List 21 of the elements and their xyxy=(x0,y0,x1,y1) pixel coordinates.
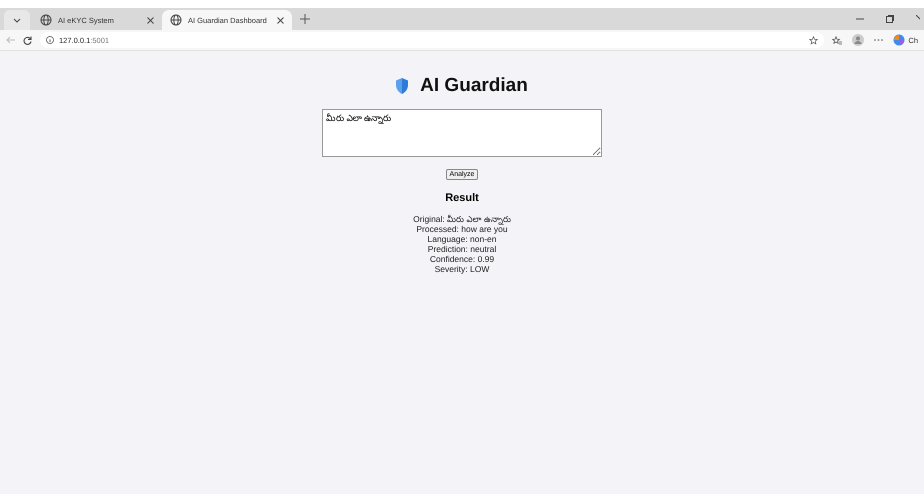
result-line: Language: non-en xyxy=(427,234,496,244)
result-line: Original: మీరు ఎలా ఉన్నారు xyxy=(413,214,511,224)
page-title: AI Guardian xyxy=(420,75,528,97)
chevron-down-icon xyxy=(13,18,21,22)
info-icon xyxy=(46,36,54,44)
globe-icon xyxy=(40,14,52,26)
shield-icon xyxy=(396,78,408,94)
result-heading: Result xyxy=(445,192,479,204)
result-line: Prediction: neutral xyxy=(428,244,496,254)
result-line: Processed: how are you xyxy=(416,224,508,234)
copilot-icon xyxy=(893,34,906,46)
restore-icon[interactable] xyxy=(886,15,894,23)
globe-icon xyxy=(170,14,182,26)
reload-icon[interactable] xyxy=(23,36,32,44)
new-tab-icon[interactable] xyxy=(300,14,310,24)
result-line: Severity: LOW xyxy=(434,264,490,274)
text-input-field[interactable]: మీరు ఎలా ఉన్నారు xyxy=(322,109,602,157)
favorites-icon[interactable] xyxy=(832,36,842,44)
result-line: Confidence: 0.99 xyxy=(430,254,494,264)
profile-avatar-icon[interactable] xyxy=(852,34,864,46)
star-icon[interactable] xyxy=(809,36,818,44)
